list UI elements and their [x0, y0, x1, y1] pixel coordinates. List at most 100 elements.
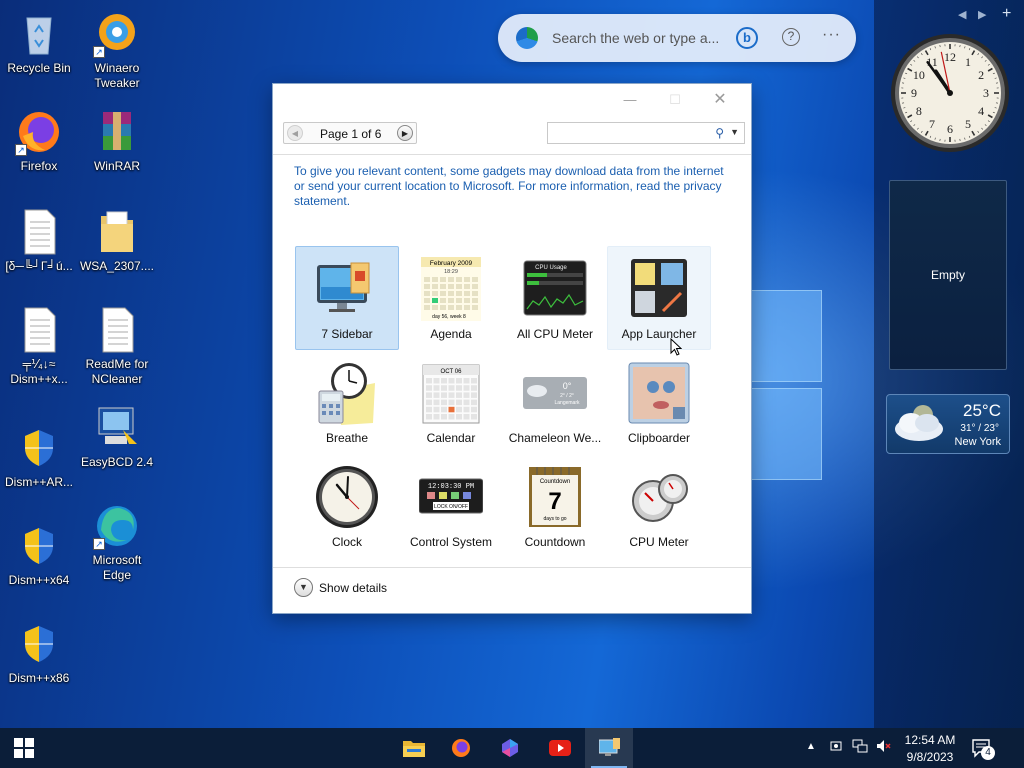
svg-text:2° / 2°: 2° / 2° — [560, 393, 574, 399]
minimize-icon[interactable]: — — [617, 92, 643, 108]
desktop-icon-label: Winaero Tweaker — [94, 61, 140, 90]
agenda-day-cell — [440, 291, 446, 296]
calendar-day-cell — [448, 414, 455, 420]
desktop-icon-readme-ncleaner[interactable]: ReadMe for NCleaner — [78, 306, 156, 387]
desktop-icon-firefox[interactable]: ↗ Firefox — [0, 108, 78, 174]
agenda-day-cell — [472, 298, 478, 303]
calendar-day-cell — [456, 399, 462, 406]
app-launcher-gadget-icon — [627, 257, 691, 321]
calendar-gadget-icon: OCT 06 — [419, 361, 483, 425]
close-icon[interactable]: ✕ — [707, 92, 733, 108]
calendar-day-cell — [456, 414, 462, 420]
desktop-icon-label: Firefox — [20, 159, 58, 173]
clock-numeral: 6 — [947, 122, 953, 136]
sidebar-gadget-icon — [315, 257, 379, 321]
search-bar[interactable]: Search the web or type a... b ? ··· — [498, 14, 856, 62]
more-options-icon[interactable]: ··· — [822, 26, 841, 44]
gadget-tile-control-system[interactable]: 12:03:30 PM LOCK ON/OFF Control System — [399, 454, 503, 558]
notifications-button[interactable]: 4 — [972, 738, 995, 761]
previous-page-icon[interactable]: ◀ — [287, 125, 303, 141]
gadget-tile-clipboarder[interactable]: Clipboarder — [607, 350, 711, 454]
desktop-icon-text-file[interactable]: [δ─╚┘Γ╛ú... — [0, 208, 78, 274]
desktop-icon-recycle-bin[interactable]: Recycle Bin — [0, 10, 78, 76]
desktop-icon-dism-x64[interactable]: Dism++x64 — [0, 522, 78, 588]
edge-icon — [516, 27, 538, 49]
sidebar-next-icon[interactable]: ▶ — [978, 8, 986, 21]
taskbar-clock-date[interactable]: 9/8/2023 — [904, 749, 956, 765]
gadget-tile-agenda[interactable]: February 2009 18:29 day 56, week 8 Agenda — [399, 246, 503, 350]
gadget-tile-cpu-meter[interactable]: CPU Meter — [607, 454, 711, 558]
calendar-day-cell — [426, 385, 432, 391]
calendar-day-cell — [456, 385, 462, 391]
calendar-day-cell — [448, 378, 455, 384]
chevron-down-icon[interactable]: ▼ — [730, 127, 739, 137]
sidebar-add-icon[interactable]: + — [1002, 5, 1011, 23]
calendar-day-cell — [448, 385, 455, 391]
desktop-icon-label: ReadMe for NCleaner — [85, 357, 149, 386]
taskbar-clock-time[interactable]: 12:54 AM — [904, 732, 956, 748]
desktop-icon-text-file[interactable]: ╤⅟₄↓≈ Dism++x... — [0, 306, 78, 387]
taskbar-copilot[interactable] — [486, 728, 534, 768]
gadget-tile-breathe[interactable]: Breathe — [295, 350, 399, 454]
desktop-icon-winrar[interactable]: WinRAR — [78, 108, 156, 174]
file-explorer-icon — [403, 738, 425, 758]
gadget-tile-label: Chameleon We... — [508, 431, 602, 445]
gadget-tile-all-cpu-meter[interactable]: CPU Usage All CPU Meter — [503, 246, 607, 350]
calendar-day-cell — [463, 414, 470, 420]
sidebar-prev-icon[interactable]: ◀ — [958, 8, 966, 21]
privacy-notice-link[interactable]: To give you relevant content, some gadge… — [294, 164, 724, 209]
gadget-sidebar: ◀ ▶ + 12 1 2 3 4 5 6 7 8 9 10 11 Empty 25°C — [874, 0, 1024, 728]
svg-text:CPU Usage: CPU Usage — [535, 265, 567, 271]
calendar-day-cell — [448, 392, 455, 398]
show-hidden-icons-chevron-icon[interactable]: ▲ — [806, 741, 816, 752]
start-button[interactable] — [0, 728, 48, 768]
desktop-icon-microsoft-edge[interactable]: ↗ Microsoft Edge — [78, 502, 156, 583]
folder-icon — [93, 208, 141, 256]
desktop-icon-wsa-folder[interactable]: WSA_2307.... — [78, 208, 156, 274]
weather-gadget[interactable]: 25°C 31° / 23° New York — [886, 394, 1010, 454]
agenda-day-cell — [464, 284, 470, 289]
calendar-day-cell — [441, 385, 447, 391]
calendar-day-cell — [433, 378, 440, 384]
search-icon[interactable]: ⚲ — [715, 126, 724, 140]
agenda-day-cell — [424, 291, 430, 296]
desktop-icon-dism-x86[interactable]: Dism++x86 — [0, 620, 78, 686]
clock-gadget[interactable]: 12 1 2 3 4 5 6 7 8 9 10 11 — [888, 30, 1012, 156]
taskbar-gadgets[interactable] — [585, 728, 633, 768]
gadget-tile-calendar[interactable]: OCT 06 Calendar — [399, 350, 503, 454]
gadget-tile-countdown[interactable]: Countdown 7 days to go Countdown — [503, 454, 607, 558]
weather-range: 31° / 23° — [960, 423, 999, 434]
next-page-icon[interactable]: ▶ — [397, 125, 413, 141]
gadget-tile-clock[interactable]: Clock — [295, 454, 399, 558]
desktop-icon-easybcd[interactable]: EasyBCD 2.4 — [78, 404, 156, 470]
winrar-icon — [93, 108, 141, 156]
network-icon[interactable] — [852, 739, 868, 756]
calendar-day-cell — [433, 385, 440, 391]
calendar-day-cell — [471, 399, 477, 406]
meet-now-icon[interactable] — [830, 739, 844, 756]
volume-muted-icon[interactable] — [876, 739, 892, 756]
calendar-day-cell — [463, 385, 470, 391]
bing-chat-icon[interactable]: b — [736, 27, 758, 49]
calendar-day-cell — [463, 378, 470, 384]
empty-gadget[interactable]: Empty — [889, 180, 1007, 370]
gadget-tile-label: 7 Sidebar — [321, 327, 373, 341]
calendar-day-cell — [471, 378, 477, 384]
help-icon[interactable]: ? — [782, 28, 800, 46]
show-details-label[interactable]: Show details — [319, 581, 387, 595]
desktop-icon-dism-arm[interactable]: Dism++AR... — [0, 424, 78, 490]
taskbar-file-explorer[interactable] — [389, 728, 437, 768]
taskbar-youtube[interactable] — [535, 728, 583, 768]
desktop-icon-winaero-tweaker[interactable]: ↗ Winaero Tweaker — [78, 10, 156, 91]
weather-city: New York — [954, 436, 1001, 448]
taskbar-firefox[interactable] — [437, 728, 485, 768]
agenda-day-cell — [472, 284, 478, 289]
clock-numeral: 3 — [983, 86, 989, 100]
expand-details-icon[interactable]: ▼ — [294, 578, 313, 597]
gadget-tile-app-launcher[interactable]: App Launcher — [607, 246, 711, 350]
copilot-icon — [500, 738, 520, 758]
gadget-tile-chameleon-weather[interactable]: 0° 2° / 2° Langemark Chameleon We... — [503, 350, 607, 454]
search-placeholder[interactable]: Search the web or type a... — [552, 30, 719, 46]
gadget-search-input[interactable]: ⚲ ▼ — [547, 122, 745, 144]
gadget-tile-7-sidebar[interactable]: 7 Sidebar — [295, 246, 399, 350]
